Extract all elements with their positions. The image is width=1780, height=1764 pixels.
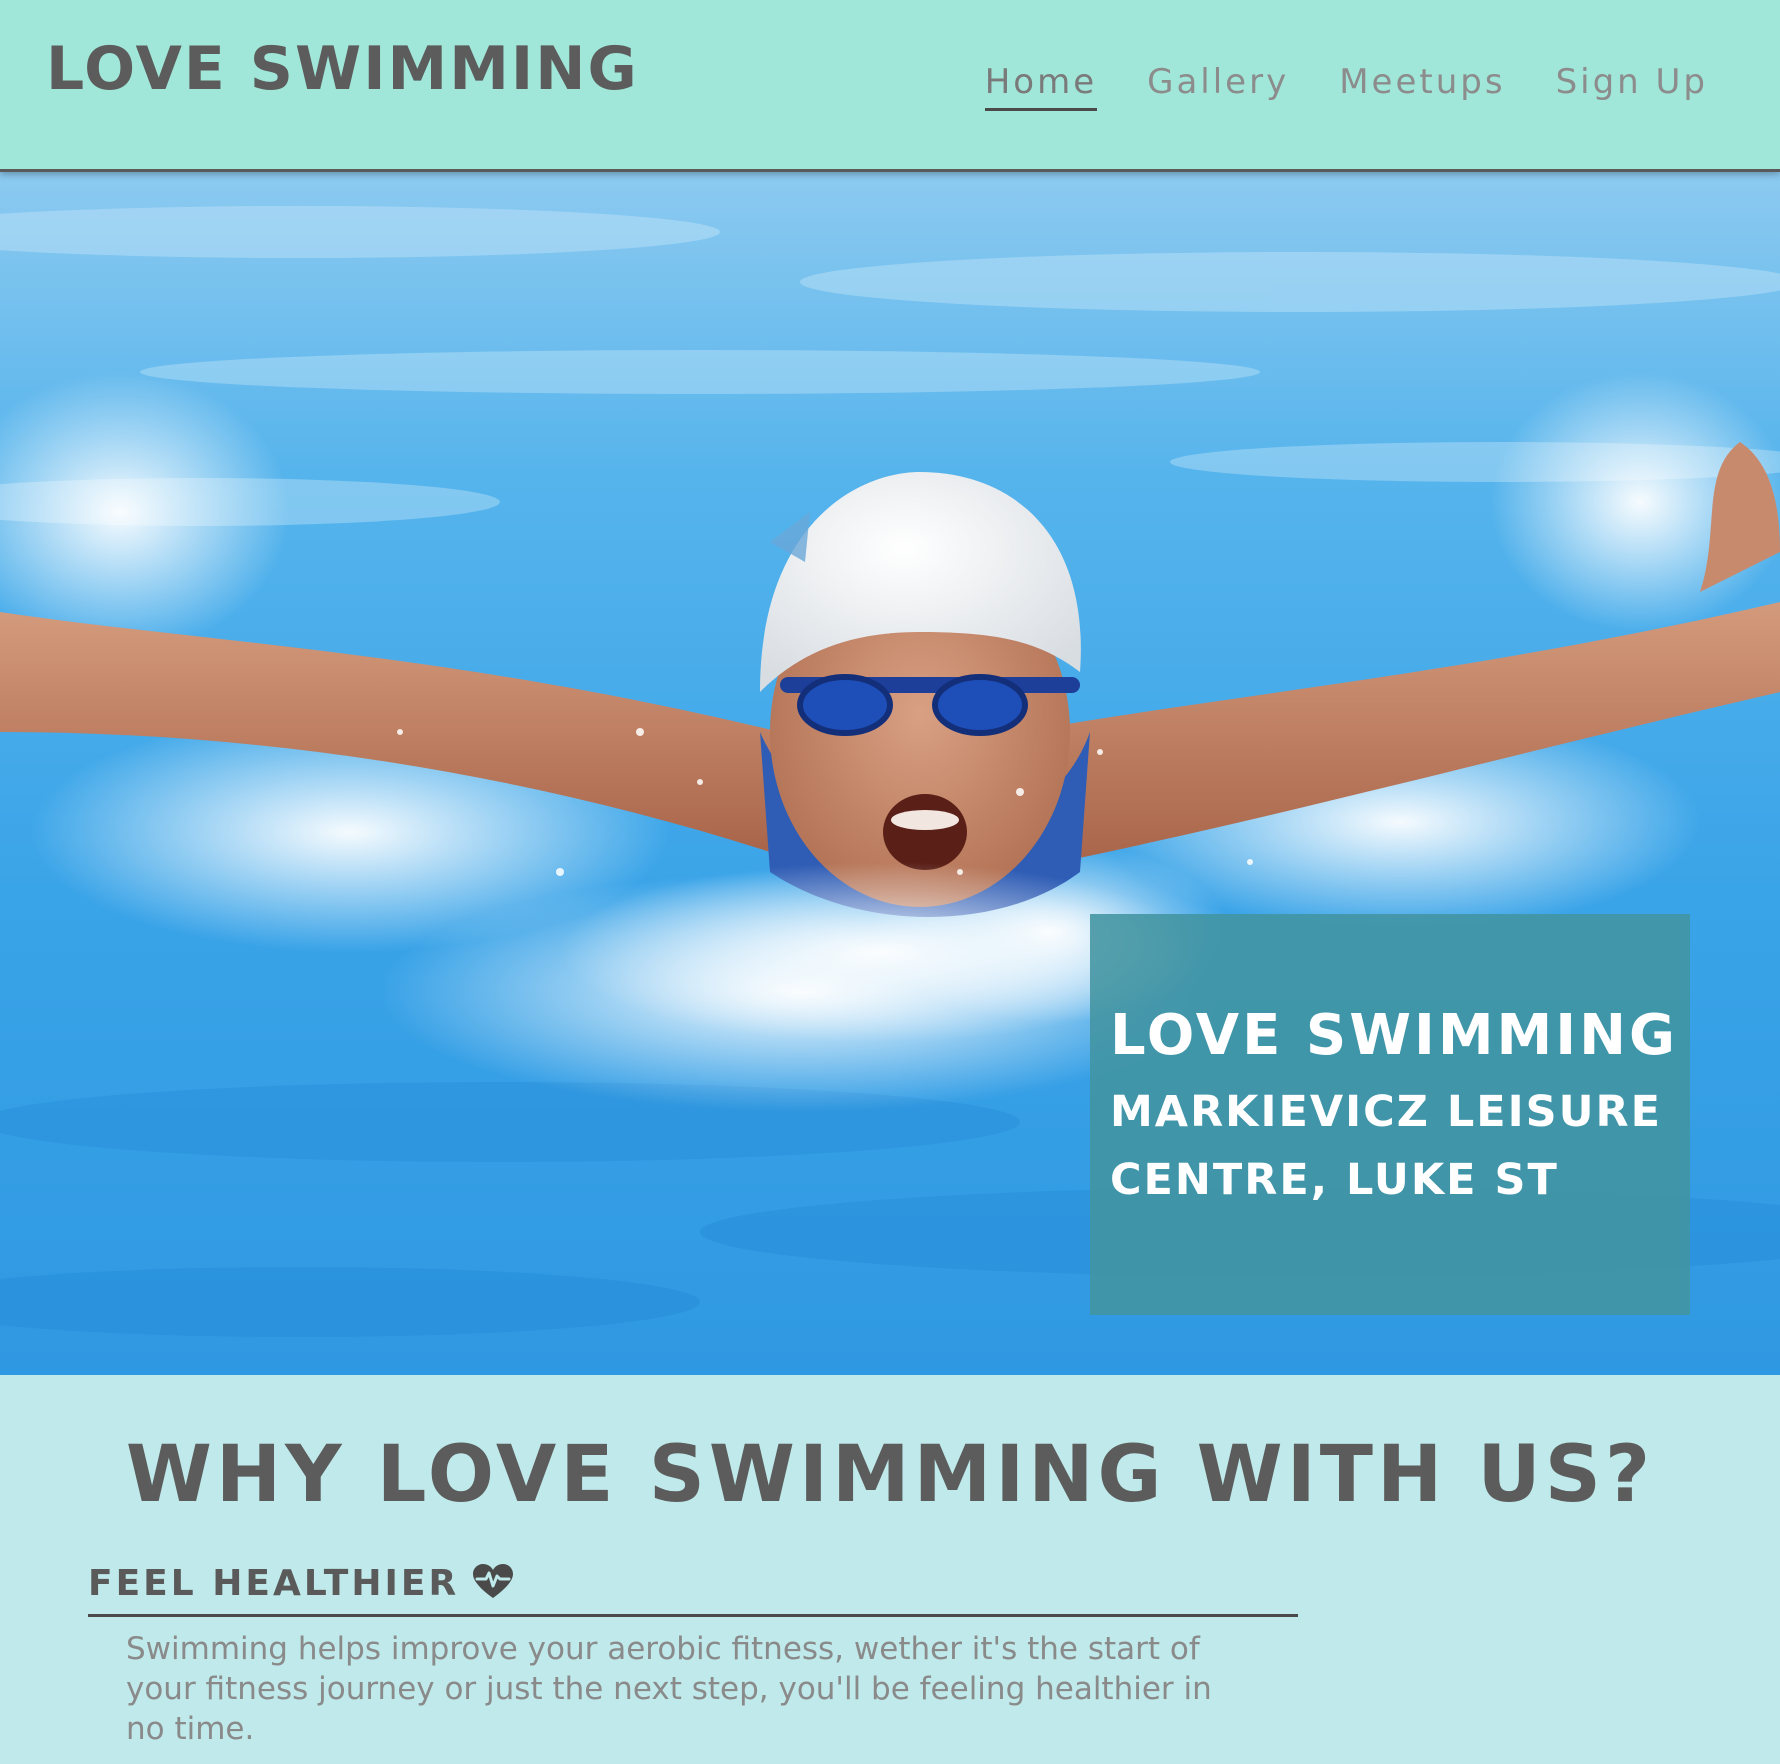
hero-card-title: LOVE SWIMMING [1110, 1003, 1678, 1068]
nav-link-meetups[interactable]: Meetups [1339, 62, 1505, 108]
feature-header: FEEL HEALTHIER [88, 1563, 1298, 1617]
nav-item-gallery: Gallery [1147, 62, 1289, 111]
nav-link-gallery[interactable]: Gallery [1147, 62, 1289, 108]
nav-item-sign-up: Sign Up [1556, 62, 1708, 111]
main-nav: Home Gallery Meetups Sign Up [984, 62, 1708, 111]
site-logo[interactable]: LOVE SWIMMING [46, 34, 639, 104]
nav-link-home[interactable]: Home [984, 62, 1098, 111]
nav-item-meetups: Meetups [1339, 62, 1505, 111]
heartbeat-icon [473, 1563, 514, 1604]
nav-item-home: Home [984, 62, 1098, 111]
feature-description: Swimming helps improve your aerobic fitn… [126, 1631, 1212, 1747]
why-section: WHY LOVE SWIMMING WITH US? FEEL HEALTHIE… [0, 1375, 1780, 1764]
hero-location-card: LOVE SWIMMING MARKIEVICZ LEISURE CENTRE,… [1090, 914, 1690, 1315]
feature-title: FEEL HEALTHIER [88, 1563, 460, 1604]
hero-card-location: MARKIEVICZ LEISURE CENTRE, LUKE ST [1110, 1087, 1662, 1206]
site-header: LOVE SWIMMING Home Gallery Meetups Sign … [0, 0, 1780, 172]
why-section-title: WHY LOVE SWIMMING WITH US? [125, 1430, 1655, 1520]
nav-link-sign-up[interactable]: Sign Up [1556, 62, 1708, 108]
feature-feel-healthier: FEEL HEALTHIER Swimming helps improve yo… [88, 1563, 1298, 1749]
hero-section: LOVE SWIMMING MARKIEVICZ LEISURE CENTRE,… [0, 172, 1780, 1375]
